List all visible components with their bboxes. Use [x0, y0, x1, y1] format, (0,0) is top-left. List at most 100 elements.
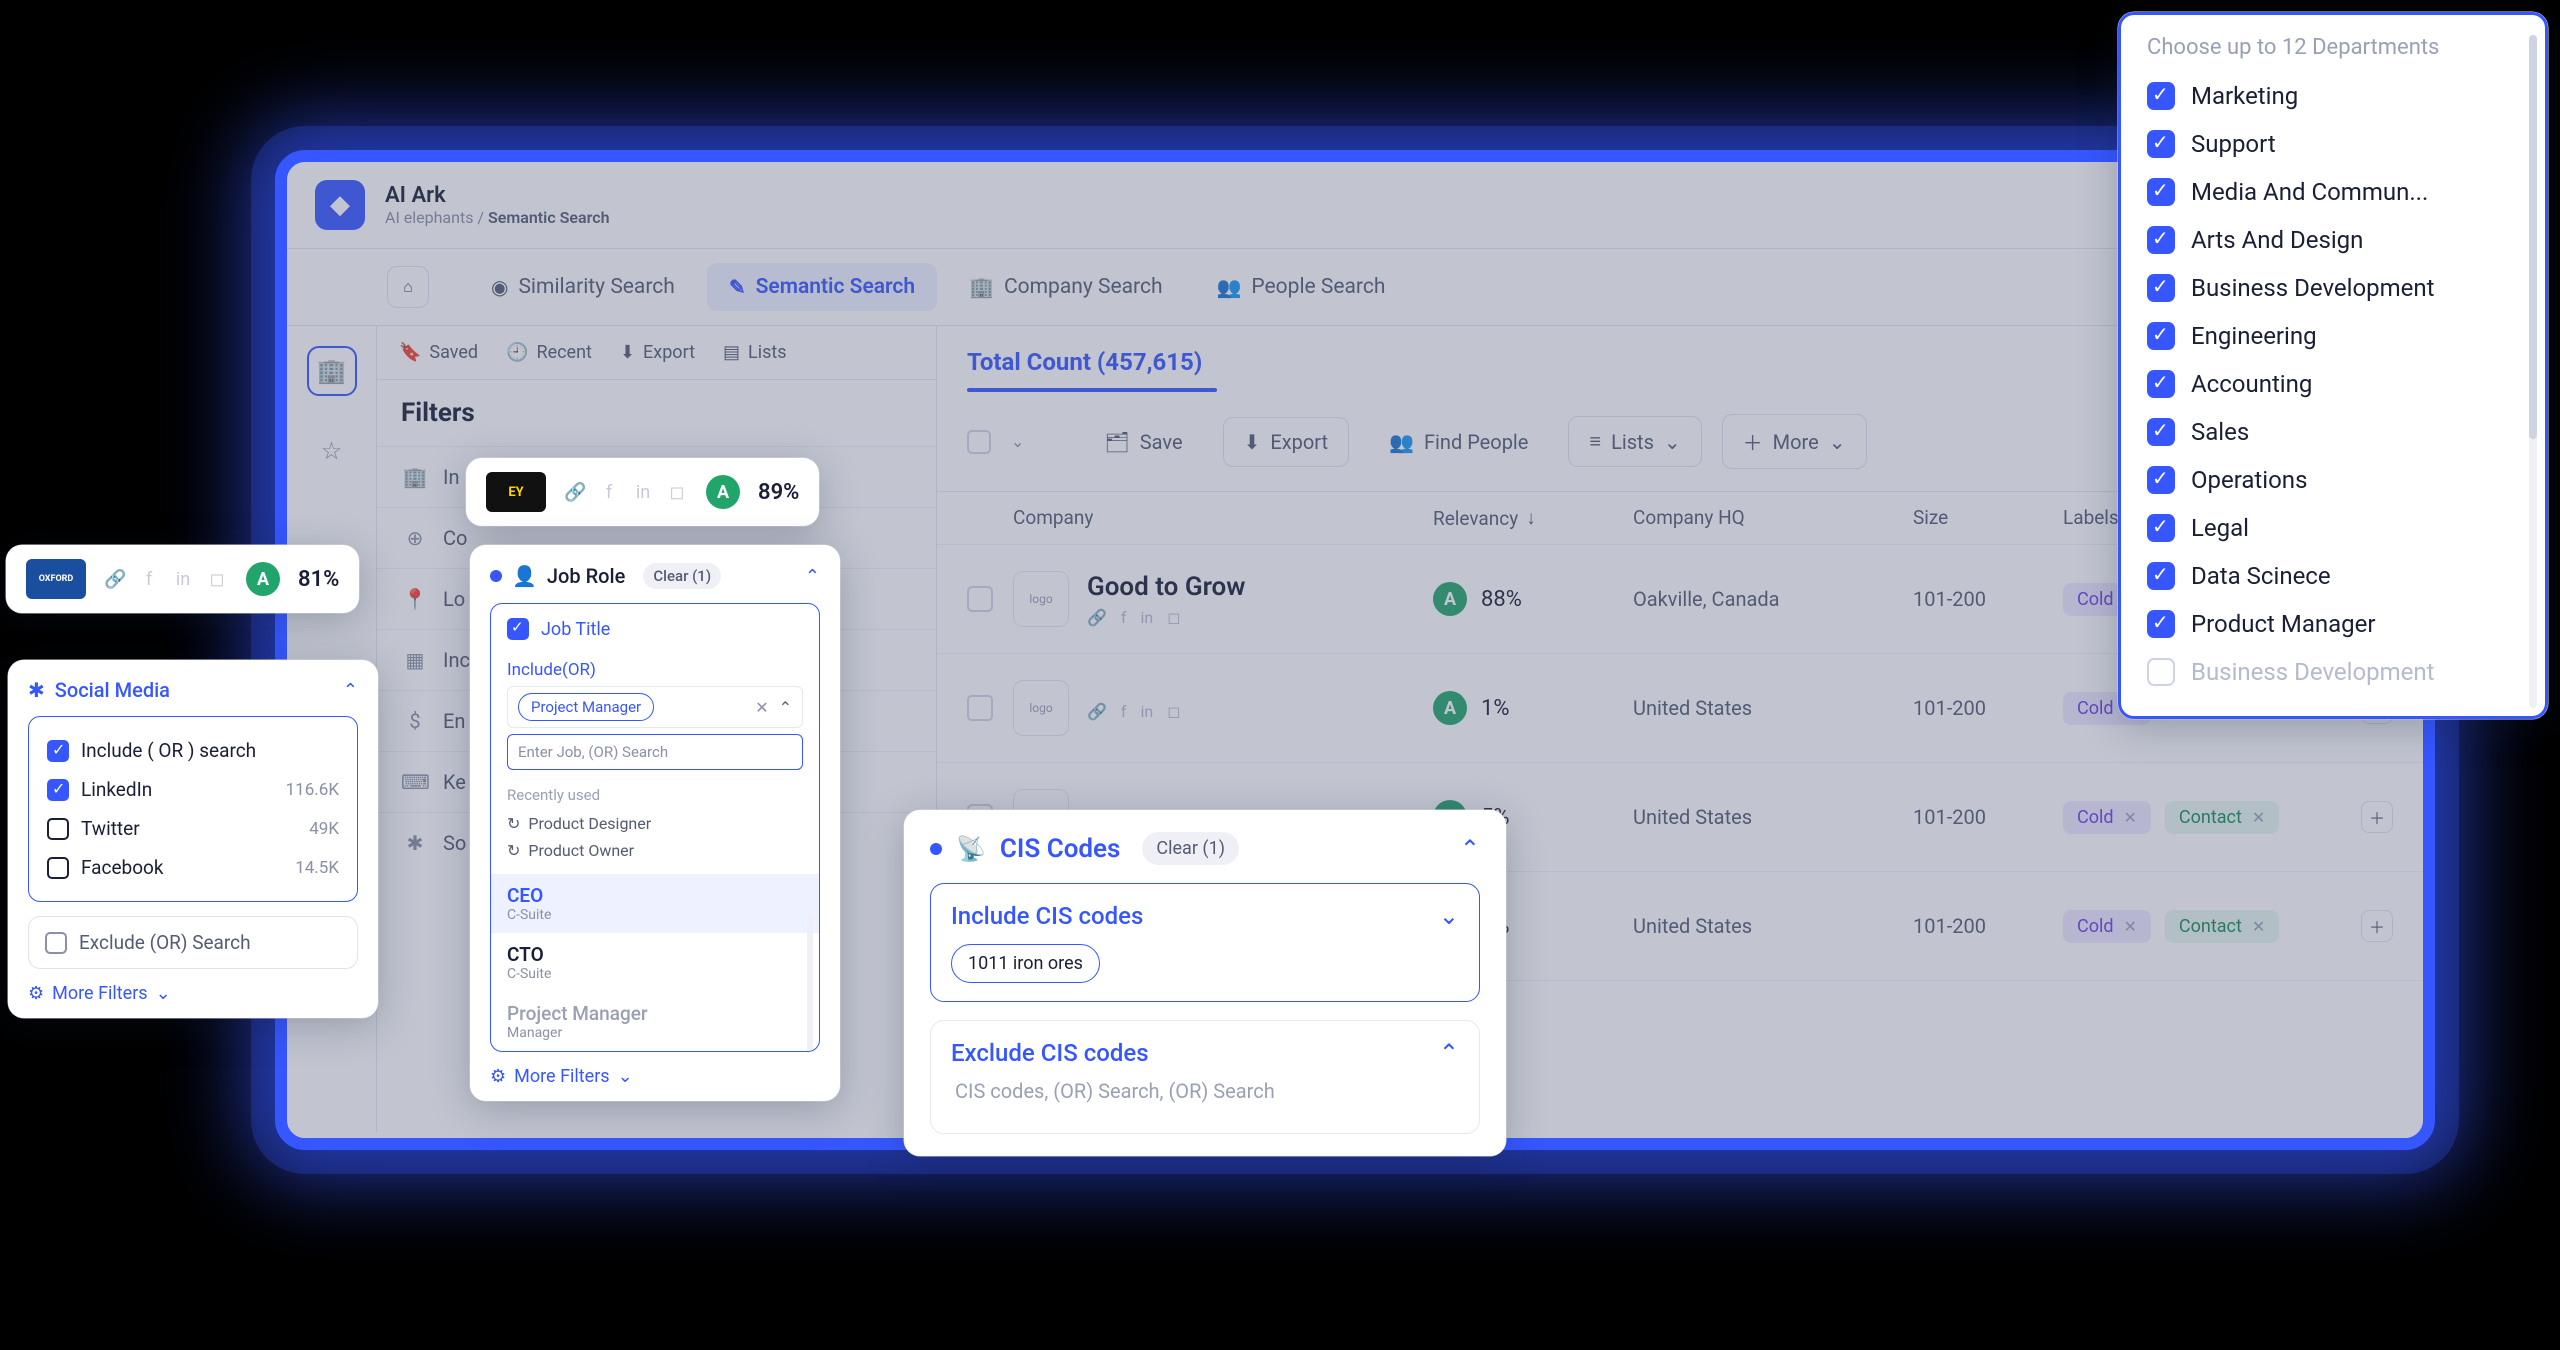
- match-badge-2: EY 🔗 f in ◻ A 89%: [466, 458, 819, 526]
- active-dot-icon: [490, 570, 502, 582]
- checkbox-icon: [2147, 514, 2175, 542]
- export-button[interactable]: ⬇Export: [1223, 417, 1350, 467]
- label-pill[interactable]: Contact ✕: [2165, 801, 2279, 834]
- more-filters-button[interactable]: ⚙ More Filters ⌄: [28, 983, 358, 1004]
- include-or-toggle[interactable]: Include ( OR ) search: [45, 731, 341, 770]
- department-option[interactable]: Product Manager: [2141, 600, 2519, 648]
- match-percent: 89%: [758, 480, 799, 505]
- count-label: 14.5K: [295, 858, 339, 878]
- department-option[interactable]: Legal: [2141, 504, 2519, 552]
- role-suggestion[interactable]: CTOC-Suite: [491, 933, 819, 992]
- department-option[interactable]: Accounting: [2141, 360, 2519, 408]
- recent-item[interactable]: ↻Product Owner: [491, 837, 819, 864]
- label-pill[interactable]: Cold ✕: [2063, 910, 2151, 943]
- close-icon[interactable]: ✕: [755, 698, 768, 717]
- tab-similarity-search[interactable]: ◉Similarity Search: [469, 263, 697, 311]
- include-group: Include ( OR ) search LinkedIn116.6KTwit…: [28, 716, 358, 902]
- save-button[interactable]: 🗂Save: [1084, 418, 1202, 466]
- recent-item[interactable]: ↻Product Designer: [491, 810, 819, 837]
- row-checkbox[interactable]: [967, 695, 993, 721]
- chevron-down-icon[interactable]: ⌄: [1439, 902, 1459, 930]
- exclude-or-toggle[interactable]: Exclude (OR) Search: [28, 916, 358, 969]
- add-label-button[interactable]: ＋: [2361, 910, 2393, 942]
- role-suggestion[interactable]: Project ManagerManager: [491, 992, 819, 1051]
- home-icon[interactable]: ⌂: [387, 266, 429, 308]
- chevron-up-icon[interactable]: ⌃: [779, 698, 792, 717]
- scrollbar[interactable]: [807, 914, 813, 1052]
- cis-chip[interactable]: 1011 iron ores: [951, 944, 1100, 983]
- clear-button[interactable]: Clear (1): [643, 563, 721, 589]
- col-size[interactable]: Size: [1913, 506, 2063, 530]
- close-icon[interactable]: ✕: [2252, 917, 2265, 936]
- close-icon[interactable]: ✕: [2124, 917, 2137, 936]
- chevron-up-icon[interactable]: ⌃: [343, 680, 358, 701]
- col-company[interactable]: Company: [1013, 506, 1433, 530]
- department-option[interactable]: Sales: [2141, 408, 2519, 456]
- social-media-panel: ✱ Social Media ⌃ Include ( OR ) search L…: [8, 660, 378, 1018]
- department-option[interactable]: Engineering: [2141, 312, 2519, 360]
- add-label-button[interactable]: ＋: [2361, 801, 2393, 833]
- chevron-down-icon: ⌄: [1664, 430, 1681, 454]
- department-option[interactable]: Business Development: [2141, 648, 2519, 696]
- company-name: Good to Grow: [1087, 572, 1245, 602]
- lists-dropdown[interactable]: ≡Lists⌄: [1568, 416, 1701, 467]
- more-dropdown[interactable]: ＋More⌄: [1722, 414, 1867, 469]
- filters-heading: Filters: [377, 380, 936, 446]
- label-pill[interactable]: Contact ✕: [2165, 910, 2279, 943]
- row-checkbox[interactable]: [967, 586, 993, 612]
- clear-button[interactable]: Clear (1): [1142, 832, 1239, 865]
- tag-chip[interactable]: Project Manager: [518, 693, 654, 721]
- department-option[interactable]: Data Scinece: [2141, 552, 2519, 600]
- rail-company-icon[interactable]: 🏢: [307, 346, 357, 396]
- col-hq[interactable]: Company HQ: [1633, 506, 1913, 530]
- close-icon[interactable]: ✕: [2124, 808, 2137, 827]
- department-option[interactable]: Media And Commun...: [2141, 168, 2519, 216]
- role-suggestion[interactable]: CEOC-Suite: [491, 874, 819, 933]
- filters-toolbar: 🔖Saved 🕘Recent ⬇Export ▤Lists: [377, 326, 936, 380]
- chevron-down-icon[interactable]: ⌄: [1011, 432, 1024, 451]
- breadcrumb: AI elephants / Semantic Search: [385, 208, 610, 227]
- lists-button[interactable]: ▤Lists: [723, 342, 787, 363]
- social-option[interactable]: LinkedIn116.6K: [45, 770, 341, 809]
- department-option[interactable]: Business Development: [2141, 264, 2519, 312]
- instagram-icon: ◻: [666, 482, 688, 503]
- chevron-up-icon[interactable]: ⌃: [1460, 835, 1480, 863]
- recent-button[interactable]: 🕘Recent: [506, 342, 592, 363]
- select-all-checkbox[interactable]: [967, 430, 991, 454]
- col-relevancy[interactable]: Relevancy↓: [1433, 506, 1633, 530]
- department-option[interactable]: Arts And Design: [2141, 216, 2519, 264]
- export-button[interactable]: ⬇Export: [620, 342, 695, 363]
- saved-button[interactable]: 🔖Saved: [399, 342, 478, 363]
- social-option[interactable]: Facebook14.5K: [45, 848, 341, 887]
- scrollbar[interactable]: [2529, 35, 2537, 708]
- list-icon: ≡: [1589, 429, 1601, 454]
- find-people-button[interactable]: 👥Find People: [1369, 418, 1548, 466]
- close-icon[interactable]: ✕: [2252, 808, 2265, 827]
- tab-semantic-search[interactable]: ✎Semantic Search: [707, 263, 937, 311]
- people-icon: 👥: [1389, 430, 1414, 454]
- label-pill[interactable]: Cold ✕: [2063, 801, 2151, 834]
- grade-badge: A: [1433, 582, 1467, 616]
- history-icon: ↻: [507, 841, 520, 860]
- count-label: 116.6K: [286, 780, 339, 800]
- rail-star-icon[interactable]: ☆: [307, 426, 357, 476]
- job-search-input[interactable]: Enter Job, (OR) Search: [507, 734, 803, 770]
- panel-title: CIS Codes: [1000, 834, 1121, 864]
- link-icon: 🔗: [1087, 702, 1107, 721]
- tab-people-search[interactable]: 👥People Search: [1195, 263, 1408, 311]
- facebook-icon: f: [138, 569, 160, 590]
- chevron-up-icon[interactable]: ⌃: [805, 566, 820, 587]
- department-option[interactable]: Support: [2141, 120, 2519, 168]
- match-percent: 81%: [298, 567, 339, 592]
- instagram-icon: ◻: [1167, 608, 1180, 627]
- app-header: ◆ AI Ark AI elephants / Semantic Search: [287, 162, 2423, 249]
- department-option[interactable]: Operations: [2141, 456, 2519, 504]
- tab-company-search[interactable]: 🏢Company Search: [947, 263, 1184, 311]
- more-filters-button[interactable]: ⚙ More Filters ⌄: [490, 1066, 820, 1087]
- list-icon: ▤: [723, 342, 740, 363]
- social-option[interactable]: Twitter49K: [45, 809, 341, 848]
- cis-search-input[interactable]: CIS codes, (OR) Search, (OR) Search: [951, 1067, 1459, 1115]
- chevron-up-icon[interactable]: ⌃: [1439, 1039, 1459, 1067]
- job-title-toggle[interactable]: Job Title: [491, 604, 819, 654]
- department-option[interactable]: Marketing: [2141, 72, 2519, 120]
